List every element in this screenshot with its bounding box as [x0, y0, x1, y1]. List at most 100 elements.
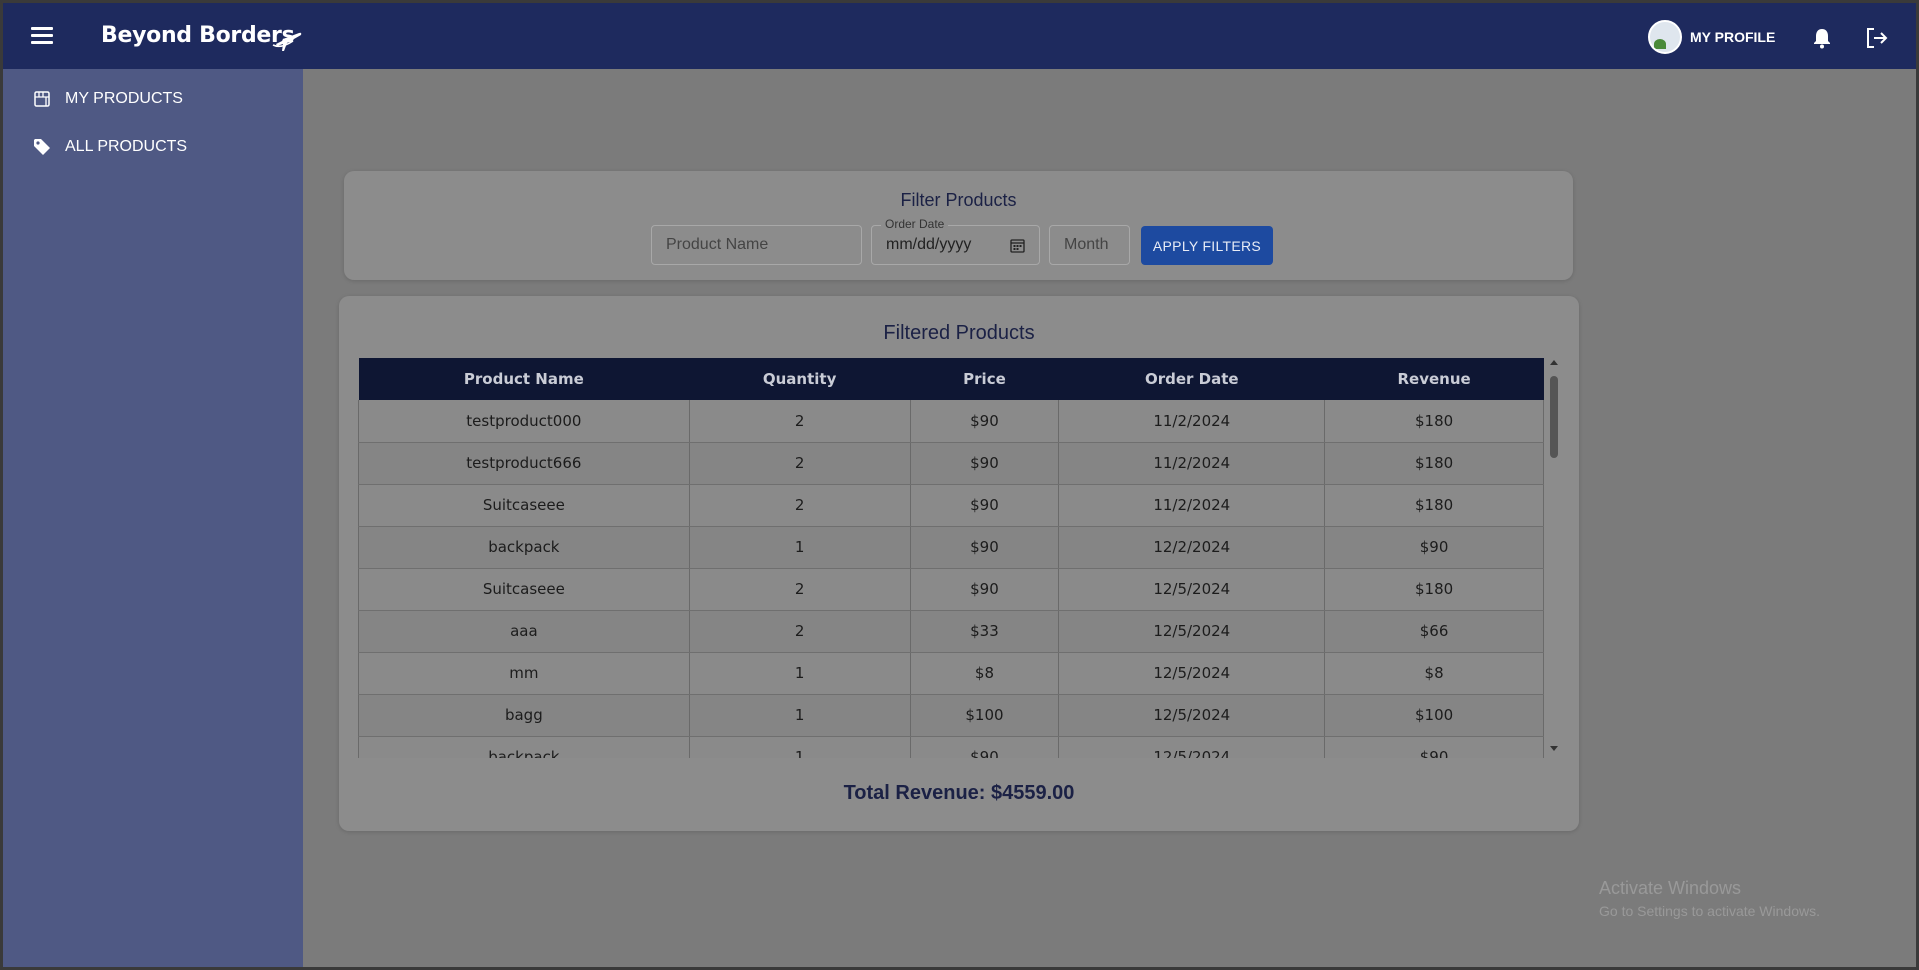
products-table-scroll-area[interactable]: Product Name Quantity Price Order Date R… [358, 358, 1544, 758]
tag-icon [34, 139, 50, 155]
cell-price: $33 [910, 610, 1060, 653]
sidebar-item-all-products[interactable]: ALL PRODUCTS [33, 135, 187, 159]
column-header-revenue[interactable]: Revenue [1324, 358, 1544, 400]
cell-product-name: aaa [358, 610, 690, 653]
sidebar-item-my-products[interactable]: MY PRODUCTS [33, 87, 183, 111]
order-date-input[interactable]: Order Date mm/dd/yyyy [871, 217, 1040, 265]
cell-quantity: 1 [689, 694, 911, 737]
cell-quantity: 2 [689, 400, 911, 443]
scroll-down-arrow-icon[interactable] [1550, 746, 1558, 751]
cell-quantity: 2 [689, 442, 911, 485]
table-row: bagg 1 $100 12/5/2024 $100 [358, 694, 1544, 737]
bell-icon[interactable] [1811, 27, 1833, 49]
table-row: testproduct000 2 $90 11/2/2024 $180 [358, 400, 1544, 443]
product-name-placeholder: Product Name [666, 236, 769, 253]
product-name-input[interactable]: Product Name [651, 225, 862, 265]
table-row: backpack 1 $90 12/2/2024 $90 [358, 526, 1544, 569]
cell-order-date: 12/2/2024 [1058, 526, 1326, 569]
sidebar-item-label: ALL PRODUCTS [65, 138, 188, 155]
column-header-order-date[interactable]: Order Date [1058, 358, 1325, 400]
cell-revenue: $8 [1324, 652, 1544, 695]
cell-price: $90 [910, 736, 1060, 758]
cell-revenue: $100 [1324, 694, 1544, 737]
cell-revenue: $90 [1324, 736, 1544, 758]
order-date-value: mm/dd/yyyy [886, 236, 972, 253]
table-row: aaa 2 $33 12/5/2024 $66 [358, 610, 1544, 653]
table-row: mm 1 $8 12/5/2024 $8 [358, 652, 1544, 695]
watermark-title: Activate Windows [1599, 878, 1742, 898]
cell-quantity: 2 [689, 610, 911, 653]
profile-label: MY PROFILE [1690, 29, 1776, 45]
cell-price: $100 [910, 694, 1060, 737]
filtered-products-card: Filtered Products Product Name Quantity … [339, 296, 1579, 831]
table-row: backpack 1 $90 12/5/2024 $90 [358, 736, 1544, 758]
top-app-bar: Beyond Borders MY PROFILE [3, 3, 1916, 69]
table-scrollbar[interactable] [1549, 358, 1559, 753]
cell-quantity: 1 [689, 526, 911, 569]
cell-product-name: bagg [358, 694, 690, 737]
cell-revenue: $180 [1324, 568, 1544, 611]
cell-order-date: 11/2/2024 [1058, 442, 1326, 485]
cell-order-date: 11/2/2024 [1058, 400, 1326, 443]
cell-revenue: $180 [1324, 484, 1544, 527]
table-title: Filtered Products [883, 322, 1035, 344]
my-profile-button[interactable]: MY PROFILE [1648, 20, 1775, 54]
cell-price: $90 [910, 484, 1060, 527]
month-input[interactable]: Month [1049, 225, 1130, 265]
cell-revenue: $180 [1324, 442, 1544, 485]
cell-product-name: Suitcaseee [358, 568, 690, 611]
cell-order-date: 12/5/2024 [1058, 736, 1326, 758]
cell-product-name: backpack [358, 736, 690, 758]
sidebar-item-label: MY PRODUCTS [65, 90, 183, 107]
scrollbar-thumb[interactable] [1550, 376, 1558, 458]
watermark-subtitle: Go to Settings to activate Windows. [1599, 903, 1820, 919]
cell-order-date: 11/2/2024 [1058, 484, 1326, 527]
sidebar: MY PRODUCTS ALL PRODUCTS [3, 69, 303, 967]
table-header-row: Product Name Quantity Price Order Date R… [358, 358, 1544, 400]
calendar-icon[interactable] [1010, 238, 1025, 253]
cell-product-name: testproduct666 [358, 442, 690, 485]
airplane-icon [272, 32, 302, 51]
cell-order-date: 12/5/2024 [1058, 694, 1326, 737]
cell-quantity: 1 [689, 736, 911, 758]
activate-windows-watermark: Activate Windows Go to Settings to activ… [1599, 878, 1820, 919]
menu-icon[interactable] [31, 27, 53, 45]
cell-revenue: $180 [1324, 400, 1544, 443]
avatar [1648, 20, 1682, 54]
cell-order-date: 12/5/2024 [1058, 568, 1326, 611]
cell-order-date: 12/5/2024 [1058, 652, 1326, 695]
cell-quantity: 2 [689, 568, 911, 611]
logout-icon[interactable] [1865, 27, 1889, 49]
filter-title: Filter Products [900, 190, 1017, 210]
table-row: Suitcaseee 2 $90 12/5/2024 $180 [358, 568, 1544, 611]
cell-price: $8 [910, 652, 1060, 695]
cell-price: $90 [910, 568, 1060, 611]
order-date-label: Order Date [881, 217, 949, 231]
filter-card: Filter Products Product Name Order Date … [344, 171, 1573, 280]
month-placeholder: Month [1064, 236, 1109, 253]
total-revenue: Total Revenue: $4559.00 [843, 782, 1075, 804]
cell-revenue: $90 [1324, 526, 1544, 569]
cell-order-date: 12/5/2024 [1058, 610, 1326, 653]
column-header-quantity[interactable]: Quantity [689, 358, 911, 400]
app-window: Beyond Borders MY PROFILE MY PRODUCTS AL… [3, 3, 1916, 967]
cell-price: $90 [910, 526, 1060, 569]
cell-price: $90 [910, 400, 1060, 443]
cell-product-name: backpack [358, 526, 690, 569]
cell-quantity: 1 [689, 652, 911, 695]
scroll-up-arrow-icon[interactable] [1550, 360, 1558, 365]
cell-product-name: Suitcaseee [358, 484, 690, 527]
cell-quantity: 2 [689, 484, 911, 527]
cell-product-name: mm [358, 652, 690, 695]
column-header-product-name[interactable]: Product Name [358, 358, 690, 400]
cell-price: $90 [910, 442, 1060, 485]
column-header-price[interactable]: Price [910, 358, 1059, 400]
table-row: Suitcaseee 2 $90 11/2/2024 $180 [358, 484, 1544, 527]
storefront-icon [34, 91, 50, 107]
brand-logo-text[interactable]: Beyond Borders [101, 23, 295, 48]
cell-product-name: testproduct000 [358, 400, 690, 443]
cell-revenue: $66 [1324, 610, 1544, 653]
products-table: Product Name Quantity Price Order Date R… [358, 358, 1544, 758]
apply-filters-button[interactable]: APPLY FILTERS [1141, 226, 1273, 265]
table-row: testproduct666 2 $90 11/2/2024 $180 [358, 442, 1544, 485]
